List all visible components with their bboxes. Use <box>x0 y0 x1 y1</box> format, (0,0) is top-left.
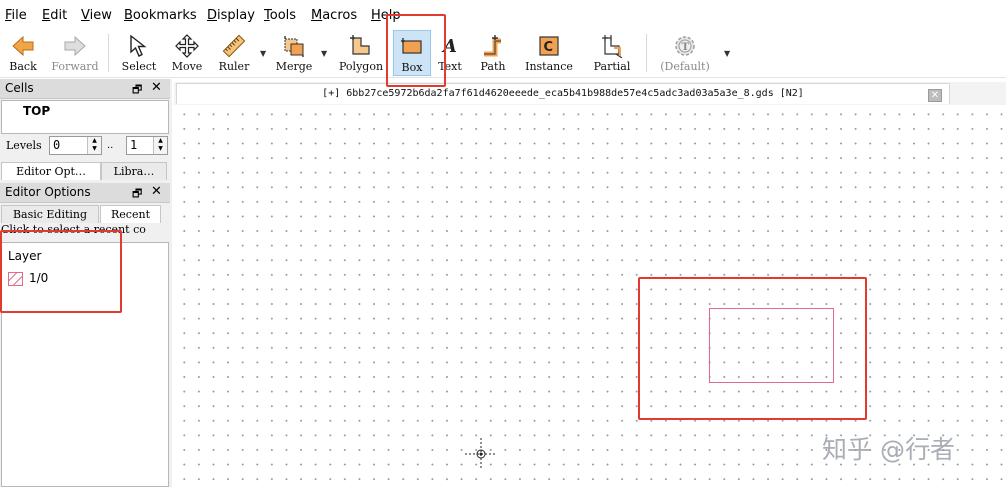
toolbar-separator <box>108 34 109 72</box>
move-button[interactable]: Move <box>168 30 206 76</box>
close-tab-icon[interactable]: ✕ <box>928 89 942 102</box>
document-tab-bar: [+] 6bb27ce5972b6da2fa7f61d4620eeede_eca… <box>174 82 1006 105</box>
float-panel-icon[interactable]: 🗗 <box>132 81 142 100</box>
svg-text:C: C <box>544 40 554 55</box>
level-range-separator: .. <box>107 140 114 151</box>
partial-button[interactable]: Partial <box>586 30 638 76</box>
instance-button[interactable]: C Instance <box>520 30 578 76</box>
move-icon <box>175 34 199 58</box>
close-icon[interactable]: ✕ <box>151 184 162 199</box>
close-icon[interactable]: ✕ <box>151 80 162 95</box>
merge-icon <box>284 36 304 57</box>
technology-dropdown-arrow-icon[interactable]: ▼ <box>724 49 730 58</box>
back-button[interactable]: Back <box>2 30 44 76</box>
origin-marker-icon <box>465 438 497 470</box>
float-panel-icon[interactable]: 🗗 <box>132 185 142 204</box>
cells-panel-title: Cells <box>5 81 34 95</box>
technology-button[interactable]: T (Default) <box>654 30 716 76</box>
menu-macros[interactable]: Macros <box>311 8 357 23</box>
merge-dropdown-arrow-icon[interactable]: ▼ <box>321 49 327 58</box>
tab-recent[interactable]: Recent <box>100 205 161 223</box>
menu-view[interactable]: View <box>81 8 112 23</box>
polygon-button[interactable]: Polygon <box>336 30 386 76</box>
box-tool-highlight <box>386 14 446 87</box>
editor-options-panel-header: Editor Options 🗗 ✕ <box>0 183 170 203</box>
box-shape-highlight <box>638 277 867 420</box>
menu-file[interactable]: File <box>5 8 27 23</box>
select-button[interactable]: Select <box>116 30 162 76</box>
ruler-dropdown-arrow-icon[interactable]: ▼ <box>260 49 266 58</box>
tab-libraries[interactable]: Libra… <box>101 162 167 180</box>
forward-arrow-icon <box>64 35 86 57</box>
level-min-spinbox[interactable]: 0 ▲ ▼ <box>49 136 102 155</box>
layer-highlight <box>0 230 122 313</box>
ruler-button[interactable]: Ruler <box>212 30 256 76</box>
ruler-icon <box>222 34 246 58</box>
technology-icon: T <box>675 36 695 56</box>
partial-icon <box>602 35 623 58</box>
level-max-spinbox[interactable]: 1 ▲ ▼ <box>126 136 168 155</box>
menu-edit[interactable]: Edit <box>42 8 67 23</box>
cell-tree[interactable]: TOP <box>1 100 169 134</box>
editor-options-title: Editor Options <box>5 185 91 199</box>
tab-basic-editing[interactable]: Basic Editing <box>1 205 99 223</box>
spin-arrows-icon[interactable]: ▲ ▼ <box>87 137 101 154</box>
menu-bookmarks[interactable]: Bookmarks <box>124 8 197 23</box>
path-icon <box>484 35 501 57</box>
svg-text:T: T <box>682 42 690 53</box>
tab-editor-options[interactable]: Editor Opt… <box>1 162 101 180</box>
cells-panel-header: Cells 🗗 ✕ <box>0 79 170 99</box>
levels-label: Levels <box>6 139 42 152</box>
polygon-icon <box>350 35 370 55</box>
tab-document[interactable]: [+] 6bb27ce5972b6da2fa7f61d4620eeede_eca… <box>176 83 950 104</box>
menu-display[interactable]: Display <box>207 8 255 23</box>
toolbar-separator <box>646 34 647 72</box>
menu-bar: File Edit View Bookmarks Display Tools M… <box>0 0 1006 30</box>
merge-button[interactable]: Merge <box>272 30 316 76</box>
instance-icon: C <box>539 36 559 56</box>
forward-button[interactable]: Forward <box>50 30 100 76</box>
spin-arrows-icon[interactable]: ▲ ▼ <box>153 137 167 154</box>
back-arrow-icon <box>12 35 34 57</box>
cursor-icon <box>130 34 147 57</box>
watermark: 知乎 @行者 <box>822 435 955 464</box>
menu-tools[interactable]: Tools <box>264 8 296 23</box>
toolbar: Back Forward Select Move Ruler ▼ Merge ▼… <box>0 30 1006 78</box>
path-button[interactable]: Path <box>474 30 512 76</box>
cell-tree-item[interactable]: TOP <box>23 104 50 118</box>
